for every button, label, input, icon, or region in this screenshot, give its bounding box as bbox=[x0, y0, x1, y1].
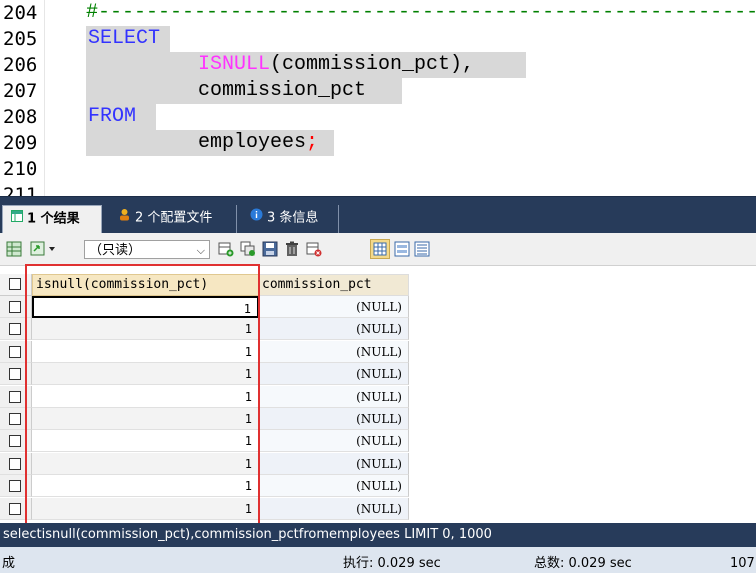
line-number-gutter: 204 205 206 207 208 209 210 211 bbox=[0, 0, 44, 196]
code-token: FROM bbox=[88, 105, 137, 128]
cell-commission-pct[interactable]: (NULL) bbox=[259, 296, 409, 318]
tab-profile[interactable]: 2 个配置文件 bbox=[110, 205, 237, 234]
status-bar: 成 执行: 0.029 sec 总数: 0.029 sec 107 bbox=[0, 547, 756, 573]
delete-icon[interactable] bbox=[284, 241, 300, 257]
code-line: SELECT bbox=[88, 26, 160, 52]
result-toolbar: （只读） ⌵ bbox=[0, 233, 756, 266]
text-mode-icon[interactable] bbox=[414, 241, 430, 257]
profile-icon bbox=[118, 205, 131, 231]
cell-commission-pct[interactable]: (NULL) bbox=[259, 340, 409, 363]
sql-editor[interactable]: 204 205 206 207 208 209 210 211 #-------… bbox=[0, 0, 756, 196]
row-checkbox[interactable] bbox=[9, 435, 21, 448]
chevron-down-icon: ⌵ bbox=[196, 244, 205, 257]
line-number: 208 bbox=[3, 106, 38, 128]
info-icon bbox=[250, 205, 263, 231]
row-checkbox[interactable] bbox=[9, 345, 21, 358]
line-number: 206 bbox=[3, 54, 38, 76]
code-line: FROM bbox=[88, 104, 136, 130]
select-all-checkbox[interactable] bbox=[9, 278, 21, 290]
row-checkbox[interactable] bbox=[9, 480, 21, 493]
code-token: (commission_pct), bbox=[270, 53, 475, 76]
row-checkbox[interactable] bbox=[9, 323, 21, 336]
row-checkbox[interactable] bbox=[9, 413, 21, 425]
column-header-commission-pct[interactable]: commission_pct bbox=[259, 274, 409, 296]
line-number: 207 bbox=[3, 80, 38, 102]
tab-profile-label: 2 个配置文件 bbox=[135, 210, 213, 226]
execution-time: 执行: 0.029 sec bbox=[343, 556, 441, 571]
cell-commission-pct[interactable]: (NULL) bbox=[259, 497, 409, 520]
code-token: ; bbox=[306, 131, 319, 154]
result-grid-icon bbox=[11, 206, 23, 232]
cell-commission-pct[interactable]: (NULL) bbox=[259, 475, 409, 498]
code-token: employees bbox=[198, 131, 307, 154]
total-time: 总数: 0.029 sec bbox=[534, 556, 632, 571]
code-line: #---------------------------------------… bbox=[86, 0, 756, 26]
cell-commission-pct[interactable]: (NULL) bbox=[259, 452, 409, 475]
code-line: employees; bbox=[198, 130, 318, 156]
query-text-bar: selectisnull(commission_pct),commission_… bbox=[0, 523, 756, 547]
duplicate-row-icon[interactable] bbox=[240, 241, 256, 257]
row-count: 107 bbox=[730, 556, 755, 571]
insert-row-icon[interactable] bbox=[218, 241, 234, 257]
line-number: 205 bbox=[3, 28, 38, 50]
grid-view-icon[interactable] bbox=[6, 241, 22, 257]
row-checkbox[interactable] bbox=[9, 368, 21, 381]
mode-select-value: （只读） bbox=[89, 243, 142, 258]
grid-mode-icon[interactable] bbox=[370, 239, 390, 259]
line-number: 209 bbox=[3, 132, 38, 154]
cell-commission-pct[interactable]: (NULL) bbox=[259, 385, 409, 408]
code-token: ISNULL bbox=[198, 53, 271, 76]
result-mode-select[interactable]: （只读） ⌵ bbox=[84, 240, 210, 259]
tab-messages-label: 3 条信息 bbox=[267, 210, 319, 226]
highlight-annotation-box bbox=[25, 264, 260, 528]
line-number: 210 bbox=[3, 158, 38, 180]
tab-results[interactable]: 1 个结果 bbox=[2, 205, 102, 235]
cell-commission-pct[interactable]: (NULL) bbox=[259, 408, 409, 430]
code-token: SELECT bbox=[88, 27, 161, 50]
code-line: commission_pct bbox=[198, 78, 366, 104]
export-dropdown-icon[interactable] bbox=[30, 241, 58, 257]
code-token: commission_pct bbox=[198, 79, 367, 102]
status-text: 成 bbox=[2, 556, 16, 571]
tab-messages[interactable]: 3 条信息 bbox=[242, 205, 339, 234]
line-number: 211 bbox=[3, 184, 38, 196]
result-tab-bar: 1 个结果 2 个配置文件 3 条信息 bbox=[0, 196, 756, 235]
save-icon[interactable] bbox=[262, 241, 278, 257]
form-mode-icon[interactable] bbox=[394, 241, 410, 257]
code-line: ISNULL(commission_pct), bbox=[198, 52, 474, 78]
cell-commission-pct[interactable]: (NULL) bbox=[259, 430, 409, 453]
row-checkbox[interactable] bbox=[9, 502, 21, 515]
row-checkbox[interactable] bbox=[9, 301, 21, 313]
cell-commission-pct[interactable]: (NULL) bbox=[259, 318, 409, 341]
row-checkbox[interactable] bbox=[9, 390, 21, 403]
tab-results-label: 1 个结果 bbox=[27, 211, 80, 227]
cell-commission-pct[interactable]: (NULL) bbox=[259, 363, 409, 386]
row-checkbox[interactable] bbox=[9, 457, 21, 470]
discard-changes-icon[interactable] bbox=[306, 241, 322, 257]
code-token: #---------------------------------------… bbox=[86, 1, 756, 24]
gutter-divider bbox=[44, 0, 45, 196]
line-number: 204 bbox=[3, 2, 38, 24]
